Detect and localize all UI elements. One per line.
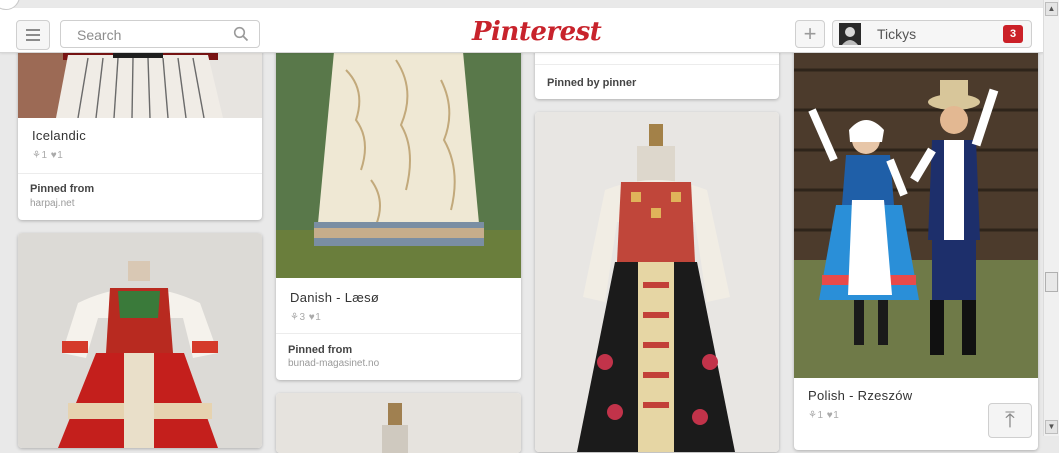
top-header-bar: Search Pinterest + Tickys 3 — [0, 8, 1044, 53]
search-icon[interactable] — [233, 26, 249, 42]
pin-polish[interactable]: Polish - Rzeszów ⚘1 ♥1 — [794, 30, 1038, 450]
notification-badge[interactable]: 3 — [1003, 25, 1023, 43]
pin-danish[interactable]: Danish - Læsø ⚘3 ♥1 Pinned from bunad-ma… — [276, 30, 521, 380]
pin-source-label: Pinned from — [288, 344, 353, 356]
couple-dancing-image — [794, 30, 1038, 378]
add-pin-button[interactable]: + — [795, 20, 825, 48]
pin-stats: ⚘1 ♥1 — [32, 150, 64, 161]
avatar-image — [839, 23, 861, 45]
costume-image — [535, 112, 779, 452]
pin-image-mannequin[interactable] — [276, 393, 521, 453]
pin-divider — [18, 173, 262, 174]
pin-source-link[interactable]: harpaj.net — [30, 198, 74, 209]
pin-mannequin[interactable] — [276, 393, 521, 453]
avatar — [839, 23, 861, 45]
pin-slovak-costume[interactable] — [535, 112, 779, 452]
search-placeholder: Search — [77, 27, 122, 43]
scrollbar-thumb[interactable] — [1045, 272, 1058, 292]
pin-stats: ⚘3 ♥1 — [290, 312, 322, 323]
pin-red-costume[interactable] — [18, 233, 262, 448]
costume-image — [276, 30, 521, 278]
menu-button[interactable] — [16, 20, 50, 50]
costume-image — [276, 393, 521, 453]
pin-image-danish[interactable] — [276, 30, 521, 278]
costume-image — [18, 233, 262, 448]
scroll-down-arrow-icon[interactable]: ▼ — [1045, 420, 1058, 434]
menu-icon-line — [26, 39, 40, 41]
page-scrollbar[interactable]: ▲ ▼ — [1043, 0, 1059, 436]
pin-icelandic[interactable]: Icelandic ⚘1 ♥1 Pinned from harpaj.net — [18, 30, 262, 220]
pin-image-polish[interactable] — [794, 30, 1038, 378]
pin-image-red-costume[interactable] — [18, 233, 262, 448]
user-profile-button[interactable]: Tickys 3 — [832, 20, 1032, 48]
pin-stats: ⚘1 ♥1 — [808, 410, 840, 421]
menu-icon-line — [26, 29, 40, 31]
user-name: Tickys — [877, 26, 917, 42]
pin-image-slovak[interactable] — [535, 112, 779, 452]
pin-title[interactable]: Polish - Rzeszów — [808, 388, 913, 403]
pin-divider — [535, 64, 779, 65]
pinterest-logo[interactable]: Pinterest — [472, 17, 602, 47]
menu-icon-line — [26, 34, 40, 36]
scroll-to-top-button[interactable]: ⤒ — [988, 403, 1032, 438]
pin-title[interactable]: Danish - Læsø — [290, 290, 379, 305]
pin-source-link[interactable]: bunad-magasinet.no — [288, 358, 379, 369]
pin-divider — [276, 333, 521, 334]
scroll-up-arrow-icon[interactable]: ▲ — [1045, 2, 1058, 16]
pin-title[interactable]: Icelandic — [32, 128, 86, 143]
search-input[interactable]: Search — [60, 20, 260, 48]
pin-source-label: Pinned from — [30, 183, 95, 195]
pin-source-label: Pinned by pinner — [547, 77, 637, 89]
